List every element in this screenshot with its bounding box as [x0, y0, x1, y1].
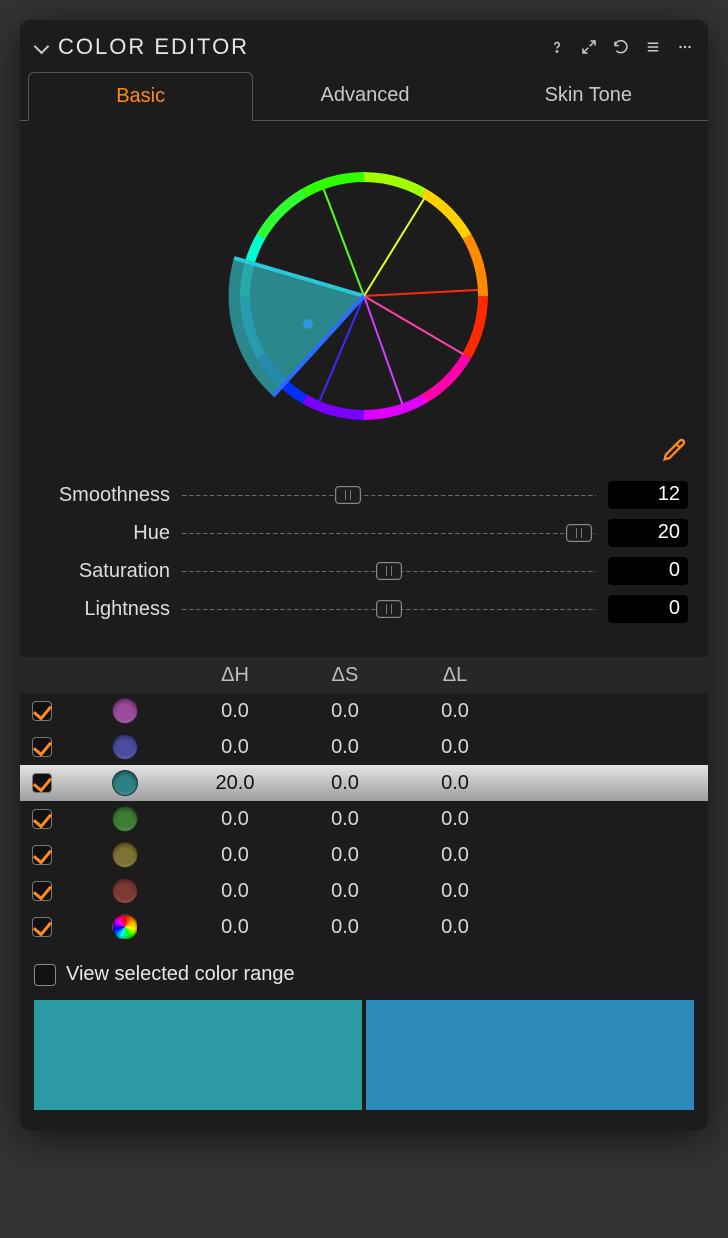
col-dl: ΔL — [400, 664, 510, 687]
slider-hue[interactable] — [182, 523, 596, 543]
menu-icon[interactable] — [644, 38, 662, 56]
slider-label: Saturation — [40, 560, 170, 583]
table-row[interactable]: 0.00.00.0 — [20, 837, 708, 873]
collapse-chevron-icon[interactable] — [34, 39, 50, 55]
slider-handle[interactable] — [376, 600, 402, 618]
color-swatch[interactable] — [112, 842, 138, 868]
help-icon[interactable] — [548, 38, 566, 56]
row-checkbox[interactable] — [32, 773, 52, 793]
panel-header: COLOR EDITOR — [20, 20, 708, 72]
cell-dh: 20.0 — [180, 772, 290, 795]
slider-value[interactable]: 0 — [608, 557, 688, 585]
color-wheel-area — [20, 131, 708, 461]
cell-ds: 0.0 — [290, 772, 400, 795]
color-before-patch — [34, 1000, 362, 1110]
slider-label: Hue — [40, 522, 170, 545]
row-checkbox[interactable] — [32, 701, 52, 721]
cell-dh: 0.0 — [180, 916, 290, 939]
slider-lightness-row: Lightness 0 — [40, 595, 688, 623]
slider-saturation-row: Saturation 0 — [40, 557, 688, 585]
view-selected-row: View selected color range — [20, 953, 708, 1000]
expand-icon[interactable] — [580, 38, 598, 56]
cell-dl: 0.0 — [400, 844, 510, 867]
header-icons — [548, 38, 694, 56]
tab-skin-tone[interactable]: Skin Tone — [477, 72, 700, 120]
color-wheel[interactable] — [224, 156, 504, 436]
cell-ds: 0.0 — [290, 916, 400, 939]
color-compare — [20, 1000, 708, 1110]
color-swatch[interactable] — [112, 698, 138, 724]
table-row[interactable]: 0.00.00.0 — [20, 729, 708, 765]
cell-dl: 0.0 — [400, 700, 510, 723]
slider-value[interactable]: 12 — [608, 481, 688, 509]
color-table: ΔH ΔS ΔL 0.00.00.00.00.00.020.00.00.00.0… — [20, 653, 708, 953]
row-checkbox[interactable] — [32, 881, 52, 901]
cell-ds: 0.0 — [290, 700, 400, 723]
slider-value[interactable]: 0 — [608, 595, 688, 623]
color-after-patch — [366, 1000, 694, 1110]
slider-label: Lightness — [40, 598, 170, 621]
table-row[interactable]: 0.00.00.0 — [20, 693, 708, 729]
cell-ds: 0.0 — [290, 736, 400, 759]
tab-advanced[interactable]: Advanced — [253, 72, 476, 120]
cell-ds: 0.0 — [290, 808, 400, 831]
cell-ds: 0.0 — [290, 880, 400, 903]
slider-handle[interactable] — [376, 562, 402, 580]
row-checkbox[interactable] — [32, 809, 52, 829]
rainbow-swatch[interactable] — [112, 914, 138, 940]
cell-ds: 0.0 — [290, 844, 400, 867]
cell-dh: 0.0 — [180, 700, 290, 723]
table-row[interactable]: 20.00.00.0 — [20, 765, 708, 801]
slider-handle[interactable] — [566, 524, 592, 542]
row-checkbox[interactable] — [32, 737, 52, 757]
cell-dl: 0.0 — [400, 916, 510, 939]
cell-dh: 0.0 — [180, 844, 290, 867]
cell-dh: 0.0 — [180, 736, 290, 759]
reset-icon[interactable] — [612, 38, 630, 56]
table-header: ΔH ΔS ΔL — [20, 657, 708, 693]
slider-hue-row: Hue 20 — [40, 519, 688, 547]
cell-dl: 0.0 — [400, 736, 510, 759]
slider-smoothness[interactable] — [182, 485, 596, 505]
row-checkbox[interactable] — [32, 917, 52, 937]
cell-dl: 0.0 — [400, 880, 510, 903]
cell-dl: 0.0 — [400, 808, 510, 831]
slider-smoothness-row: Smoothness 12 — [40, 481, 688, 509]
eyedropper-icon[interactable] — [660, 436, 688, 469]
col-dh: ΔH — [180, 664, 290, 687]
slider-lightness[interactable] — [182, 599, 596, 619]
row-checkbox[interactable] — [32, 845, 52, 865]
color-swatch[interactable] — [112, 770, 138, 796]
slider-saturation[interactable] — [182, 561, 596, 581]
color-swatch[interactable] — [112, 806, 138, 832]
sliders: Smoothness 12 Hue 20 Saturation 0 Ligh — [20, 461, 708, 653]
slider-handle[interactable] — [335, 486, 361, 504]
slider-value[interactable]: 20 — [608, 519, 688, 547]
cell-dl: 0.0 — [400, 772, 510, 795]
table-row[interactable]: 0.00.00.0 — [20, 801, 708, 837]
tabs: Basic Advanced Skin Tone — [20, 72, 708, 121]
slider-label: Smoothness — [40, 484, 170, 507]
view-selected-checkbox[interactable] — [34, 964, 56, 986]
cell-dh: 0.0 — [180, 880, 290, 903]
table-row[interactable]: 0.00.00.0 — [20, 873, 708, 909]
tab-basic[interactable]: Basic — [28, 72, 253, 121]
color-swatch[interactable] — [112, 878, 138, 904]
color-editor-panel: COLOR EDITOR — [20, 20, 708, 1130]
color-swatch[interactable] — [112, 734, 138, 760]
col-ds: ΔS — [290, 664, 400, 687]
table-row[interactable]: 0.00.00.0 — [20, 909, 708, 945]
view-selected-label: View selected color range — [66, 963, 295, 986]
panel-title: COLOR EDITOR — [58, 34, 548, 60]
more-icon[interactable] — [676, 38, 694, 56]
cell-dh: 0.0 — [180, 808, 290, 831]
